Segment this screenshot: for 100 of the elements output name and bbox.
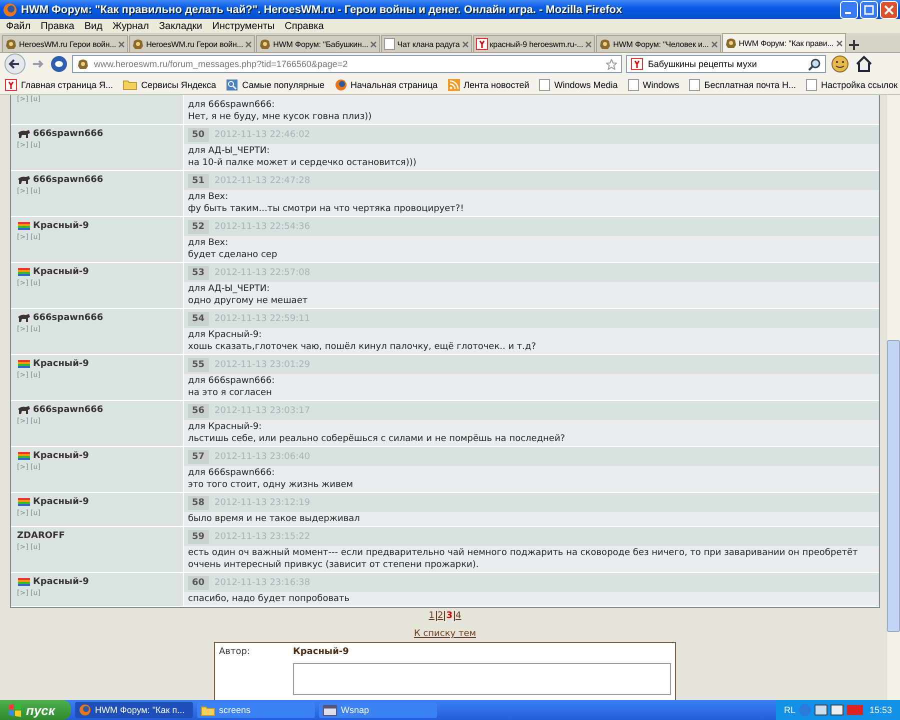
browser-tab[interactable]: Чат клана радуга bbox=[381, 35, 472, 52]
maximize-button[interactable] bbox=[860, 0, 878, 18]
scrollbar[interactable] bbox=[886, 95, 900, 700]
post-text: было время и не такое выдерживал bbox=[188, 513, 361, 525]
tab-label: HWM Форум: "Как прави... bbox=[738, 38, 834, 48]
post-number[interactable]: 56 bbox=[188, 404, 209, 418]
post-text: для 666spawn666: bbox=[188, 375, 276, 387]
close-button[interactable] bbox=[880, 0, 898, 18]
bookmark-item[interactable]: Сервисы Яндекса bbox=[123, 79, 216, 90]
window-title: HWM Форум: "Как правильно делать чай?". HeroesWM.ru - Герои войны и денег. Онлайн игра. - Mozilla Firefox bbox=[21, 4, 624, 16]
helmet-icon bbox=[259, 38, 272, 50]
address-field[interactable]: www.heroeswm.ru/forum_messages.php?tid=1766560&page=2 bbox=[72, 55, 622, 73]
close-icon[interactable] bbox=[462, 40, 469, 48]
menu-item[interactable]: Инструменты bbox=[212, 20, 275, 32]
page-link[interactable]: 2 bbox=[436, 611, 444, 621]
search-field[interactable]: Бабушкины рецепты мухи bbox=[626, 55, 826, 73]
menu-item[interactable]: Файл bbox=[6, 20, 31, 32]
back-icon[interactable] bbox=[4, 53, 26, 75]
author-name[interactable]: Красный-9 bbox=[17, 577, 177, 587]
search-icon[interactable] bbox=[808, 58, 821, 70]
close-icon[interactable] bbox=[245, 40, 252, 48]
rss-icon bbox=[448, 78, 460, 90]
post-text: есть один оч важный момент--- если предварительно чай немного поджарить на сковороде без ничего, то при заваривании он преобретёт оччень интересный привкус (зависит от степени прожарки). bbox=[188, 547, 859, 571]
close-icon[interactable] bbox=[585, 40, 592, 48]
post-number[interactable]: 60 bbox=[188, 576, 209, 590]
taskbar-item[interactable]: Wsnap bbox=[319, 702, 437, 718]
bookmark-item[interactable]: Самые популярные bbox=[226, 78, 325, 90]
author-name[interactable]: Красный-9 bbox=[17, 221, 177, 231]
close-icon[interactable] bbox=[370, 40, 378, 48]
post-number[interactable]: 55 bbox=[188, 358, 209, 372]
page-icon bbox=[539, 78, 550, 90]
scrollbar-thumb[interactable] bbox=[887, 340, 900, 632]
post-text: для АД-Ы_ЧЕРТИ: bbox=[188, 283, 271, 295]
bookmark-item[interactable]: Начальная страница bbox=[334, 78, 438, 90]
taskbar-item[interactable]: HWM Форум: "Как п... bbox=[75, 702, 193, 718]
page-link[interactable]: 4 bbox=[454, 611, 462, 621]
post-text: для АД-Ы_ЧЕРТИ: bbox=[188, 145, 271, 157]
post-number[interactable]: 59 bbox=[188, 530, 209, 544]
minimize-button[interactable] bbox=[840, 0, 858, 18]
author-name[interactable]: Красный-9 bbox=[17, 359, 177, 369]
yandex-icon bbox=[5, 78, 17, 90]
author-name[interactable]: Красный-9 bbox=[17, 267, 177, 277]
post-text: льстишь себе, или реально соберёшься с силами и не помрёшь на последней? bbox=[188, 433, 566, 445]
post-number[interactable]: 52 bbox=[188, 220, 209, 234]
browser-tab[interactable]: HWM Форум: "Как прави... bbox=[722, 33, 846, 52]
menu-item[interactable]: Правка bbox=[40, 20, 74, 32]
page-icon bbox=[689, 78, 700, 90]
browser-tab[interactable]: HeroesWM.ru Герои войн... bbox=[129, 35, 256, 52]
post-number[interactable]: 50 bbox=[188, 128, 209, 142]
rainbow-flag-icon bbox=[17, 359, 31, 369]
menu-item[interactable]: Журнал bbox=[112, 20, 149, 32]
close-icon[interactable] bbox=[118, 40, 126, 48]
page-link[interactable]: 1 bbox=[428, 611, 434, 621]
new-tab-button[interactable] bbox=[846, 38, 861, 52]
browser-tab[interactable]: HeroesWM.ru Герои войн... bbox=[2, 35, 128, 52]
author-name[interactable]: Красный-9 bbox=[17, 497, 177, 507]
message-field[interactable] bbox=[293, 663, 671, 695]
author-name[interactable]: 666spawn666 bbox=[17, 313, 177, 323]
bookmark-item[interactable]: Главная страница Я... bbox=[5, 78, 114, 90]
home-icon[interactable] bbox=[854, 54, 874, 74]
bookmark-item[interactable]: Windows bbox=[628, 78, 680, 90]
author-name[interactable]: Красный-9 bbox=[17, 451, 177, 461]
beast-icon bbox=[17, 175, 31, 185]
menu-item[interactable]: Справка bbox=[284, 20, 324, 32]
post-number[interactable]: 58 bbox=[188, 496, 209, 510]
tab-label: HeroesWM.ru Герои войн... bbox=[146, 40, 244, 48]
bookmark-item[interactable]: Бесплатная почта Н... bbox=[689, 78, 796, 90]
browser-tab[interactable]: HWM Форум: "Человек и... bbox=[596, 35, 721, 52]
topic-list-link[interactable]: К списку тем bbox=[414, 629, 476, 639]
author-name[interactable]: 666spawn666 bbox=[17, 175, 177, 185]
post-text: для Красный-9: bbox=[188, 329, 263, 341]
post-number[interactable]: 54 bbox=[188, 312, 209, 326]
browser-tab[interactable]: HWM Форум: "Бабушкин... bbox=[256, 35, 380, 52]
menu-item[interactable]: Вид bbox=[84, 20, 102, 32]
rainbow-flag-icon bbox=[17, 221, 31, 231]
author-name[interactable]: 666spawn666 bbox=[17, 405, 177, 415]
page-link[interactable]: 3 bbox=[444, 611, 452, 621]
post-text: Нет, я не буду, мне кусок говна плиз)) bbox=[188, 111, 373, 123]
post-number[interactable]: 53 bbox=[188, 266, 209, 280]
start-button[interactable]: пуск bbox=[0, 700, 71, 720]
close-icon[interactable] bbox=[836, 40, 843, 46]
tray-icons-drawing[interactable] bbox=[799, 703, 866, 717]
author-name[interactable]: ZDAROFF bbox=[17, 531, 177, 541]
firefox-icon bbox=[79, 704, 91, 716]
beast-icon bbox=[17, 405, 31, 415]
helmet-icon bbox=[77, 58, 89, 70]
bookmark-item[interactable]: Windows Media bbox=[539, 78, 618, 90]
post-number[interactable]: 57 bbox=[188, 450, 209, 464]
taskbar-item[interactable]: screens bbox=[197, 702, 315, 718]
author-name[interactable]: 666spawn666 bbox=[17, 129, 177, 139]
bookmark-item[interactable]: Настройка ссылок bbox=[806, 78, 898, 90]
post-number[interactable]: 51 bbox=[188, 174, 209, 188]
yandex-icon bbox=[476, 38, 488, 50]
browser-tab[interactable]: красный-9 heroeswm.ru-... bbox=[472, 35, 596, 52]
smiley-icon[interactable] bbox=[830, 54, 850, 74]
close-icon[interactable] bbox=[710, 40, 718, 48]
bookmark-item[interactable]: Лента новостей bbox=[448, 78, 530, 90]
menu-item[interactable]: Закладки bbox=[158, 20, 202, 32]
star-icon[interactable] bbox=[606, 58, 617, 70]
tab-label: красный-9 heroeswm.ru-... bbox=[490, 40, 584, 48]
